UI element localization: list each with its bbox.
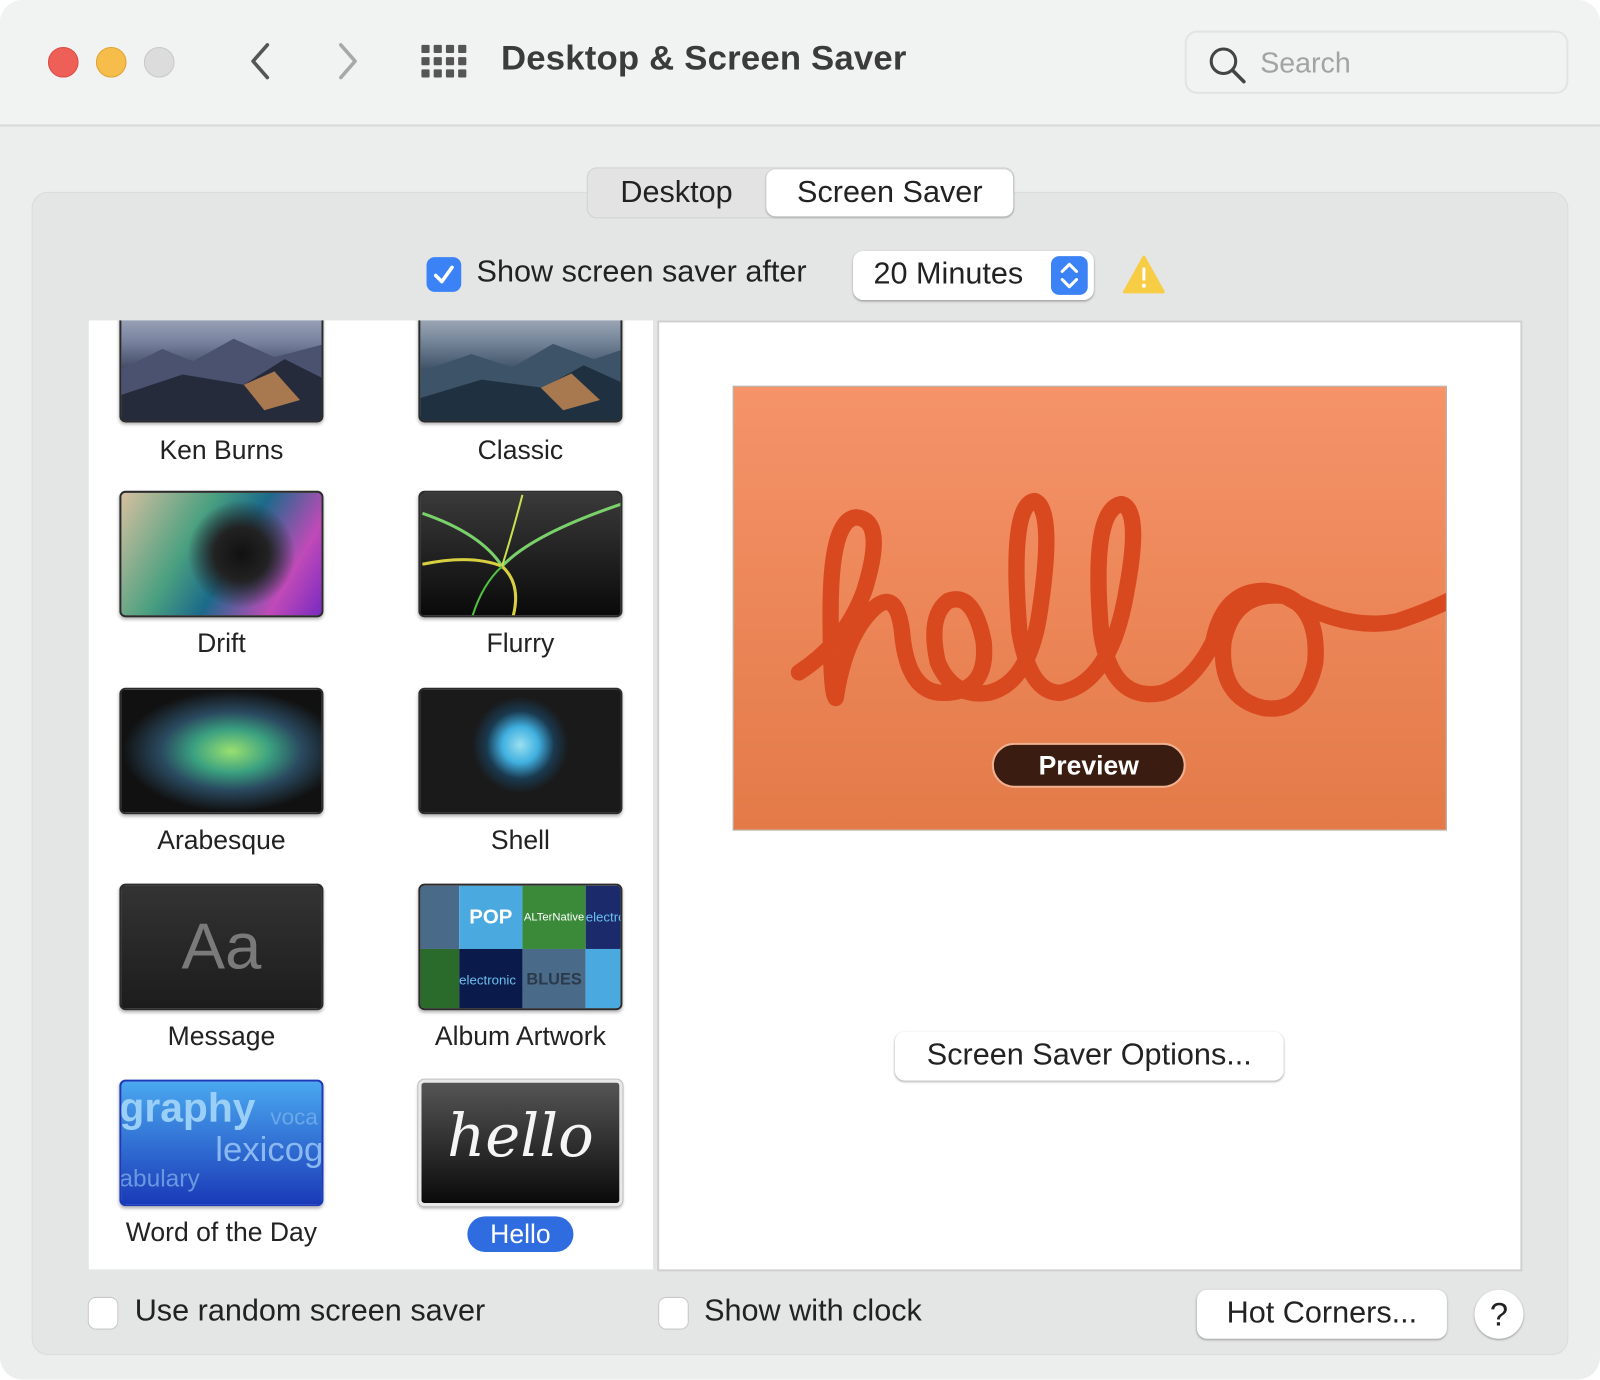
warning-icon[interactable] (1122, 255, 1165, 294)
screen-saver-label: Album Artwork (434, 1020, 606, 1052)
album-artwork-thumbnail: POP ALTerNative electronic electronic BL… (418, 883, 623, 1011)
arabesque-thumbnail (119, 687, 324, 815)
window-title: Desktop & Screen Saver (501, 38, 907, 78)
show-screen-saver-checkbox[interactable] (426, 257, 462, 292)
screen-saver-label: Word of the Day (125, 1216, 318, 1247)
screen-saver-list[interactable]: Ken Burns Classic Drift Flurry Arabesque (88, 320, 654, 1270)
chevron-right-icon (339, 43, 357, 80)
screen-saver-label: Arabesque (157, 824, 286, 856)
tab-screen-saver[interactable]: Screen Saver (766, 169, 1014, 217)
preview-button[interactable]: Preview (991, 742, 1186, 788)
flurry-thumbnail (418, 490, 623, 618)
select-stepper[interactable] (1051, 256, 1088, 295)
message-thumbnail: Aa (119, 883, 324, 1011)
tab-bar: Desktop Screen Saver (586, 167, 1015, 219)
back-button[interactable] (245, 41, 276, 82)
screen-saver-label: Message (167, 1020, 276, 1052)
show-with-clock-checkbox[interactable] (658, 1296, 689, 1330)
forward-button[interactable] (333, 41, 364, 82)
idle-time-value: 20 Minutes (873, 257, 1024, 291)
screen-saver-label: Hello (388, 1216, 653, 1253)
random-screen-saver-checkbox[interactable] (87, 1296, 119, 1330)
ken-burns-thumbnail (119, 320, 324, 423)
chevron-left-icon (251, 43, 270, 80)
help-button[interactable]: ? (1474, 1289, 1524, 1339)
screen-saver-item-album-artwork[interactable]: POP ALTerNative electronic electronic BL… (388, 883, 623, 1068)
show-screen-saver-label: Show screen saver after (476, 255, 807, 289)
close-button[interactable] (47, 46, 79, 78)
shell-thumbnail (418, 687, 623, 815)
screen-saver-item-message[interactable]: Aa Message (89, 883, 324, 1068)
search-icon (1209, 47, 1246, 84)
show-with-clock-label: Show with clock (704, 1293, 922, 1328)
screen-saver-item-ken-burns[interactable]: Ken Burns (89, 320, 324, 479)
updown-chevron-icon (1060, 262, 1079, 289)
search-input[interactable] (1258, 42, 1548, 84)
drift-thumbnail (119, 490, 324, 618)
screen-saver-item-arabesque[interactable]: Arabesque (89, 687, 324, 872)
title-bar: Desktop & Screen Saver (0, 0, 1600, 127)
screen-saver-label: Ken Burns (159, 434, 284, 466)
screen-saver-label: Classic (477, 434, 564, 466)
word-of-the-day-thumbnail: graphy voca lexicog abulary (119, 1079, 324, 1207)
show-all-grid-icon[interactable] (421, 44, 467, 78)
search-field[interactable] (1184, 30, 1569, 94)
screen-saver-item-shell[interactable]: Shell (388, 687, 623, 872)
checkmark-icon (433, 265, 454, 284)
screen-saver-item-flurry[interactable]: Flurry (388, 490, 623, 675)
screen-saver-options-button[interactable]: Screen Saver Options... (894, 1031, 1284, 1081)
hot-corners-button[interactable]: Hot Corners... (1196, 1289, 1447, 1339)
screen-saver-label: Flurry (486, 627, 555, 659)
random-screen-saver-label: Use random screen saver (134, 1293, 486, 1328)
zoom-button[interactable] (143, 46, 175, 78)
screen-saver-item-drift[interactable]: Drift (89, 490, 324, 675)
screen-saver-label: Drift (197, 627, 246, 659)
screen-saver-item-word-of-the-day[interactable]: graphy voca lexicog abulary Word of the … (89, 1079, 324, 1264)
message-thumb-text: Aa (181, 909, 262, 983)
screen-saver-item-classic[interactable]: Classic (388, 320, 623, 479)
tab-desktop[interactable]: Desktop (588, 168, 766, 217)
system-preferences-window: Desktop & Screen Saver Desktop Screen Sa… (0, 0, 1600, 1380)
screen-saver-label: Shell (490, 824, 550, 856)
minimize-button[interactable] (95, 46, 127, 78)
idle-time-select[interactable]: 20 Minutes (853, 251, 1094, 300)
hello-thumbnail: hello (418, 1079, 623, 1207)
selected-label: Hello (467, 1216, 574, 1253)
screen-saver-item-hello[interactable]: hello Hello (388, 1079, 623, 1264)
classic-thumbnail (418, 320, 623, 423)
